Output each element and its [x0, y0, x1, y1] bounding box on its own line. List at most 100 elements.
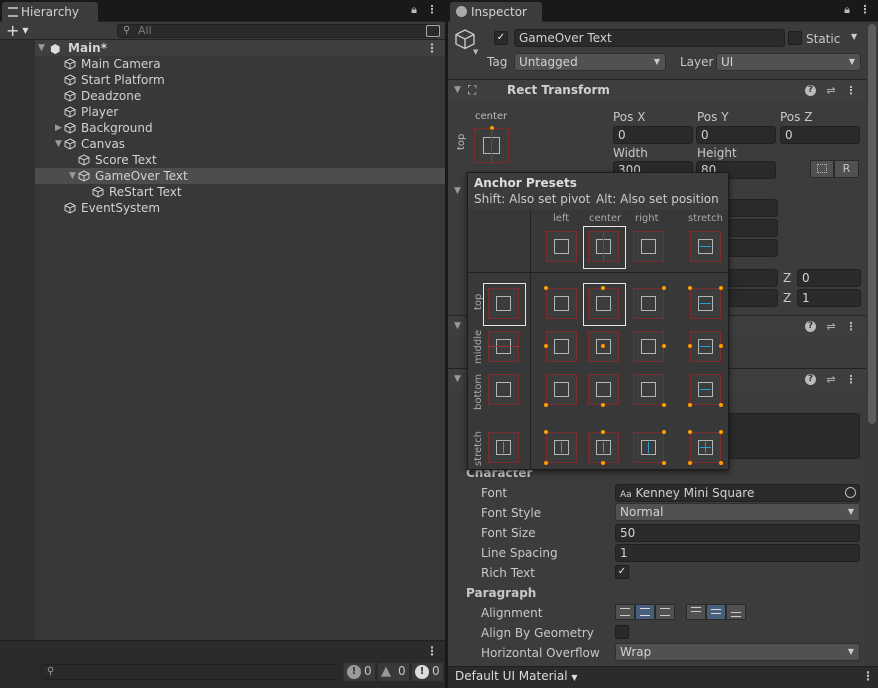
align-center-button[interactable]	[635, 604, 655, 620]
kebab-menu-icon[interactable]: ⋮	[859, 4, 871, 16]
chevron-down-icon[interactable]: ▼	[69, 168, 76, 184]
preset-stretch-top[interactable]	[688, 286, 723, 319]
preset-right-middle[interactable]	[633, 331, 666, 362]
object-name-field[interactable]: GameOver Text	[514, 29, 785, 47]
add-button[interactable]: + ▼	[6, 22, 29, 40]
lock-icon[interactable]: 🔒︎	[841, 4, 853, 16]
preset-right-stretch[interactable]	[633, 430, 666, 465]
layer-dropdown[interactable]: UI ▼	[716, 53, 861, 71]
align-middle-button[interactable]	[706, 604, 726, 620]
preset-center-bottom[interactable]	[588, 374, 619, 407]
font-style-dropdown[interactable]: Normal ▼	[615, 503, 860, 521]
preset-stretch-bottom[interactable]	[688, 374, 723, 407]
kebab-menu-icon[interactable]: ⋮	[426, 4, 438, 16]
line-spacing-field[interactable]: 1	[615, 544, 860, 562]
warn-count-toggle[interactable]: ▲ 0	[378, 663, 409, 681]
preset-left-bottom[interactable]	[544, 374, 577, 407]
scrollbar-thumb[interactable]	[868, 24, 876, 424]
rotation-z-field[interactable]: 0	[797, 269, 861, 287]
hierarchy-item[interactable]: Main Camera	[35, 56, 445, 72]
preset-sliders-icon[interactable]: ⇌	[824, 320, 838, 334]
horizontal-overflow-dropdown[interactable]: Wrap ▼	[615, 643, 860, 661]
preset-sliders-icon[interactable]: ⇌	[824, 373, 838, 387]
kebab-menu-icon[interactable]: ⋮	[844, 320, 858, 334]
preset-stretch-middle[interactable]	[688, 331, 723, 362]
preset-right-top[interactable]	[633, 286, 666, 319]
object-picker-icon[interactable]	[845, 487, 856, 498]
font-field[interactable]: Aa Kenney Mini Square	[615, 484, 860, 502]
preset-none-stretch[interactable]	[488, 432, 519, 463]
rich-text-checkbox[interactable]: ✓	[615, 565, 629, 579]
info-count-toggle[interactable]: ! 0	[344, 663, 375, 681]
active-checkbox[interactable]: ✓	[494, 31, 508, 45]
anchor-preset-button[interactable]	[474, 126, 509, 163]
preset-right-bottom[interactable]	[633, 374, 666, 407]
chevron-down-icon[interactable]: ▼	[454, 186, 461, 196]
preset-right-none[interactable]	[633, 231, 664, 262]
align-right-button[interactable]	[655, 604, 675, 620]
hierarchy-item[interactable]: EventSystem	[35, 200, 445, 216]
font-size-field[interactable]: 50	[615, 524, 860, 542]
hierarchy-search-input[interactable]: ⚲ All	[117, 24, 439, 38]
chevron-down-icon[interactable]: ▼	[473, 48, 478, 56]
blueprint-mode-button[interactable]	[810, 160, 834, 178]
inspector-scrollbar[interactable]	[866, 22, 878, 666]
hierarchy-item[interactable]: ▶ Background	[35, 120, 445, 136]
preset-left-stretch[interactable]	[544, 430, 577, 465]
align-geometry-checkbox[interactable]	[615, 625, 629, 639]
preset-none-bottom[interactable]	[488, 374, 519, 405]
help-icon[interactable]: ?	[805, 85, 816, 96]
chevron-down-icon[interactable]: ▼	[38, 40, 45, 56]
chevron-down-icon[interactable]: ▼	[454, 85, 461, 95]
chevron-down-icon[interactable]: ▼	[851, 32, 857, 41]
preset-left-middle[interactable]	[544, 331, 577, 362]
preset-center-middle[interactable]	[588, 331, 619, 362]
hierarchy-item[interactable]: ▼ Canvas	[35, 136, 445, 152]
raw-edit-button[interactable]: R	[834, 160, 859, 178]
hierarchy-item[interactable]: ReStart Text	[35, 184, 445, 200]
tag-dropdown[interactable]: Untagged ▼	[514, 53, 666, 71]
lock-icon[interactable]: 🔒︎	[408, 4, 420, 16]
tab-hierarchy[interactable]: Hierarchy	[2, 2, 98, 22]
hierarchy-item[interactable]: Deadzone	[35, 88, 445, 104]
preset-left-top[interactable]	[544, 286, 577, 319]
tab-inspector[interactable]: Inspector	[450, 2, 542, 22]
preset-center-top[interactable]	[583, 283, 626, 326]
scale-z-field[interactable]: 1	[797, 289, 861, 307]
preset-left-none[interactable]	[546, 231, 577, 262]
material-dropdown[interactable]: Default UI Material ▼	[455, 669, 578, 683]
align-top-button[interactable]	[686, 604, 706, 620]
chevron-down-icon[interactable]: ▼	[454, 321, 461, 331]
rect-transform-header[interactable]: ▼ ⛶ Rect Transform ? ⇌ ⋮	[448, 79, 878, 101]
pos-z-field[interactable]: 0	[780, 126, 860, 144]
chevron-right-icon[interactable]: ▶	[55, 120, 62, 136]
hierarchy-item[interactable]: ▼ GameOver Text	[35, 168, 445, 184]
scene-visibility-icon[interactable]	[426, 25, 440, 37]
kebab-menu-icon[interactable]: ⋮	[426, 644, 438, 658]
help-icon[interactable]: ?	[805, 374, 816, 385]
preset-center-stretch[interactable]	[588, 430, 619, 465]
kebab-menu-icon[interactable]: ⋮	[426, 40, 438, 56]
pos-y-field[interactable]: 0	[696, 126, 776, 144]
align-left-button[interactable]	[615, 604, 635, 620]
static-checkbox[interactable]	[788, 31, 802, 45]
hierarchy-item[interactable]: Start Platform	[35, 72, 445, 88]
console-search-input[interactable]: ⚲	[41, 664, 340, 680]
hierarchy-item[interactable]: Player	[35, 104, 445, 120]
kebab-menu-icon[interactable]: ⋮	[862, 669, 874, 683]
chevron-down-icon[interactable]: ▼	[55, 136, 62, 152]
preset-stretch-stretch[interactable]	[688, 430, 723, 465]
scene-row[interactable]: ▼ ⬢ Main* ⋮	[35, 40, 445, 56]
chevron-down-icon[interactable]: ▼	[454, 374, 461, 384]
error-count-toggle[interactable]: ! 0	[412, 663, 443, 681]
preset-none-top[interactable]	[483, 283, 526, 326]
pos-x-field[interactable]: 0	[613, 126, 693, 144]
preset-sliders-icon[interactable]: ⇌	[824, 84, 838, 98]
preset-center-none[interactable]	[583, 226, 626, 269]
kebab-menu-icon[interactable]: ⋮	[844, 373, 858, 387]
preset-stretch-none[interactable]	[690, 231, 721, 262]
preset-none-middle[interactable]	[488, 331, 519, 362]
kebab-menu-icon[interactable]: ⋮	[844, 84, 858, 98]
align-bottom-button[interactable]	[726, 604, 746, 620]
hierarchy-item[interactable]: Score Text	[35, 152, 445, 168]
